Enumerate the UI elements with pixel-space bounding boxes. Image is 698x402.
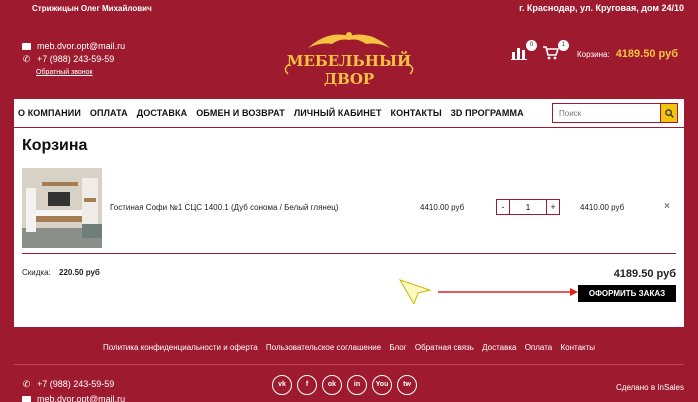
nav-item-contacts[interactable]: КОНТАКТЫ (391, 108, 442, 118)
footer-link-blog[interactable]: Блог (389, 343, 406, 352)
cart-item-row: Гостиная Софи №1 СЦС 1400.1 (Дуб сонома … (22, 168, 676, 254)
footer-divider (14, 364, 684, 365)
quantity-stepper: - + (496, 199, 560, 215)
callback-link[interactable]: Обратный звонок (36, 66, 125, 79)
footer-link-contacts[interactable]: Контакты (560, 343, 595, 352)
phone-icon: ✆ (22, 54, 31, 64)
nav-item-account[interactable]: ЛИЧНЫЙ КАБИНЕТ (294, 108, 382, 118)
product-thumbnail[interactable] (22, 168, 102, 248)
logo-line2: ДВОР (324, 70, 374, 88)
cart-icon (542, 46, 560, 60)
search-box (552, 103, 678, 123)
made-by-insales[interactable]: Сделано в InSales (616, 383, 684, 392)
remove-item-icon[interactable]: × (664, 201, 670, 212)
header-phone[interactable]: +7 (988) 243-59-59 (37, 53, 114, 66)
phone-icon: ✆ (22, 379, 31, 389)
mail-icon (22, 43, 31, 50)
odnoklassniki-icon[interactable]: ok (322, 375, 342, 395)
quantity-input[interactable] (510, 199, 546, 215)
footer-contacts: ✆ +7 (988) 243-59-59 meb.dvor.opt@mail.r… (22, 377, 125, 402)
search-input[interactable] (552, 103, 660, 123)
footer-link-agreement[interactable]: Пользовательское соглашение (266, 343, 381, 352)
header-actions: 0 1 Корзина: 4189.50 руб (510, 40, 678, 62)
footer-link-delivery[interactable]: Доставка (482, 343, 516, 352)
cart-button[interactable]: 1 (542, 40, 569, 62)
header-cart-total[interactable]: 4189.50 руб (616, 48, 678, 60)
logo-graphic: МЕБЕЛЬНЫЙ ДВОР (284, 32, 414, 88)
site-logo[interactable]: МЕБЕЛЬНЫЙ ДВОР (278, 26, 420, 92)
top-bar: Стрижицын Олег Михайлович г. Краснодар, … (0, 0, 698, 18)
store-address: г. Краснодар, ул. Круговая, дом 24/10 (519, 3, 684, 13)
header-contacts: meb.dvor.opt@mail.ru ✆ +7 (988) 243-59-5… (22, 40, 125, 79)
user-name[interactable]: Стрижицын Олег Михайлович (32, 4, 152, 13)
social-links: vk f ok in You tw (272, 375, 417, 395)
nav-item-about[interactable]: О КОМПАНИИ (18, 108, 81, 118)
search-icon (664, 108, 674, 118)
pointer-annotation (398, 279, 578, 304)
twitter-icon[interactable]: tw (397, 375, 417, 395)
cart-count-badge: 1 (557, 40, 569, 51)
footer-email[interactable]: meb.dvor.opt@mail.ru (37, 392, 125, 402)
facebook-icon[interactable]: f (297, 375, 317, 395)
chart-icon (510, 48, 527, 60)
product-image (22, 168, 102, 248)
logo-line1: МЕБЕЛЬНЫЙ (287, 51, 411, 70)
discount-row: Скидка: 220.50 руб (22, 268, 100, 277)
nav-item-returns[interactable]: ОБМЕН И ВОЗВРАТ (196, 108, 285, 118)
youtube-icon[interactable]: You (372, 375, 392, 395)
product-name[interactable]: Гостиная Софи №1 СЦС 1400.1 (Дуб сонома … (110, 203, 339, 212)
compare-button[interactable]: 0 (510, 40, 537, 62)
footer-link-payment[interactable]: Оплата (525, 343, 553, 352)
discount-label: Скидка: (22, 268, 51, 277)
header-email[interactable]: meb.dvor.opt@mail.ru (37, 40, 125, 53)
footer-link-feedback[interactable]: Обратная связь (415, 343, 474, 352)
instagram-icon[interactable]: in (347, 375, 367, 395)
compare-count-badge: 0 (525, 40, 537, 51)
quantity-increase-button[interactable]: + (546, 199, 560, 215)
search-button[interactable] (660, 103, 678, 123)
nav-item-payment[interactable]: ОПЛАТА (90, 108, 128, 118)
footer-link-privacy[interactable]: Политика конфиденциальности и оферта (103, 343, 258, 352)
mail-icon (22, 396, 31, 402)
vk-icon[interactable]: vk (272, 375, 292, 395)
line-total: 4410.00 руб (580, 203, 625, 212)
main-nav: О КОМПАНИИ ОПЛАТА ДОСТАВКА ОБМЕН И ВОЗВР… (14, 99, 684, 128)
cart-label[interactable]: Корзина: (577, 50, 610, 59)
cart-total: 4189.50 руб (613, 268, 676, 280)
quantity-decrease-button[interactable]: - (496, 199, 510, 215)
nav-item-delivery[interactable]: ДОСТАВКА (137, 108, 187, 118)
footer-links: Политика конфиденциальности и оферта Пол… (0, 343, 698, 352)
product-price: 4410.00 руб (420, 203, 465, 212)
footer-phone[interactable]: +7 (988) 243-59-59 (37, 377, 114, 392)
page-title: Корзина (22, 137, 88, 154)
nav-item-3d[interactable]: 3D ПРОГРАММА (451, 108, 524, 118)
discount-value: 220.50 руб (59, 268, 100, 277)
